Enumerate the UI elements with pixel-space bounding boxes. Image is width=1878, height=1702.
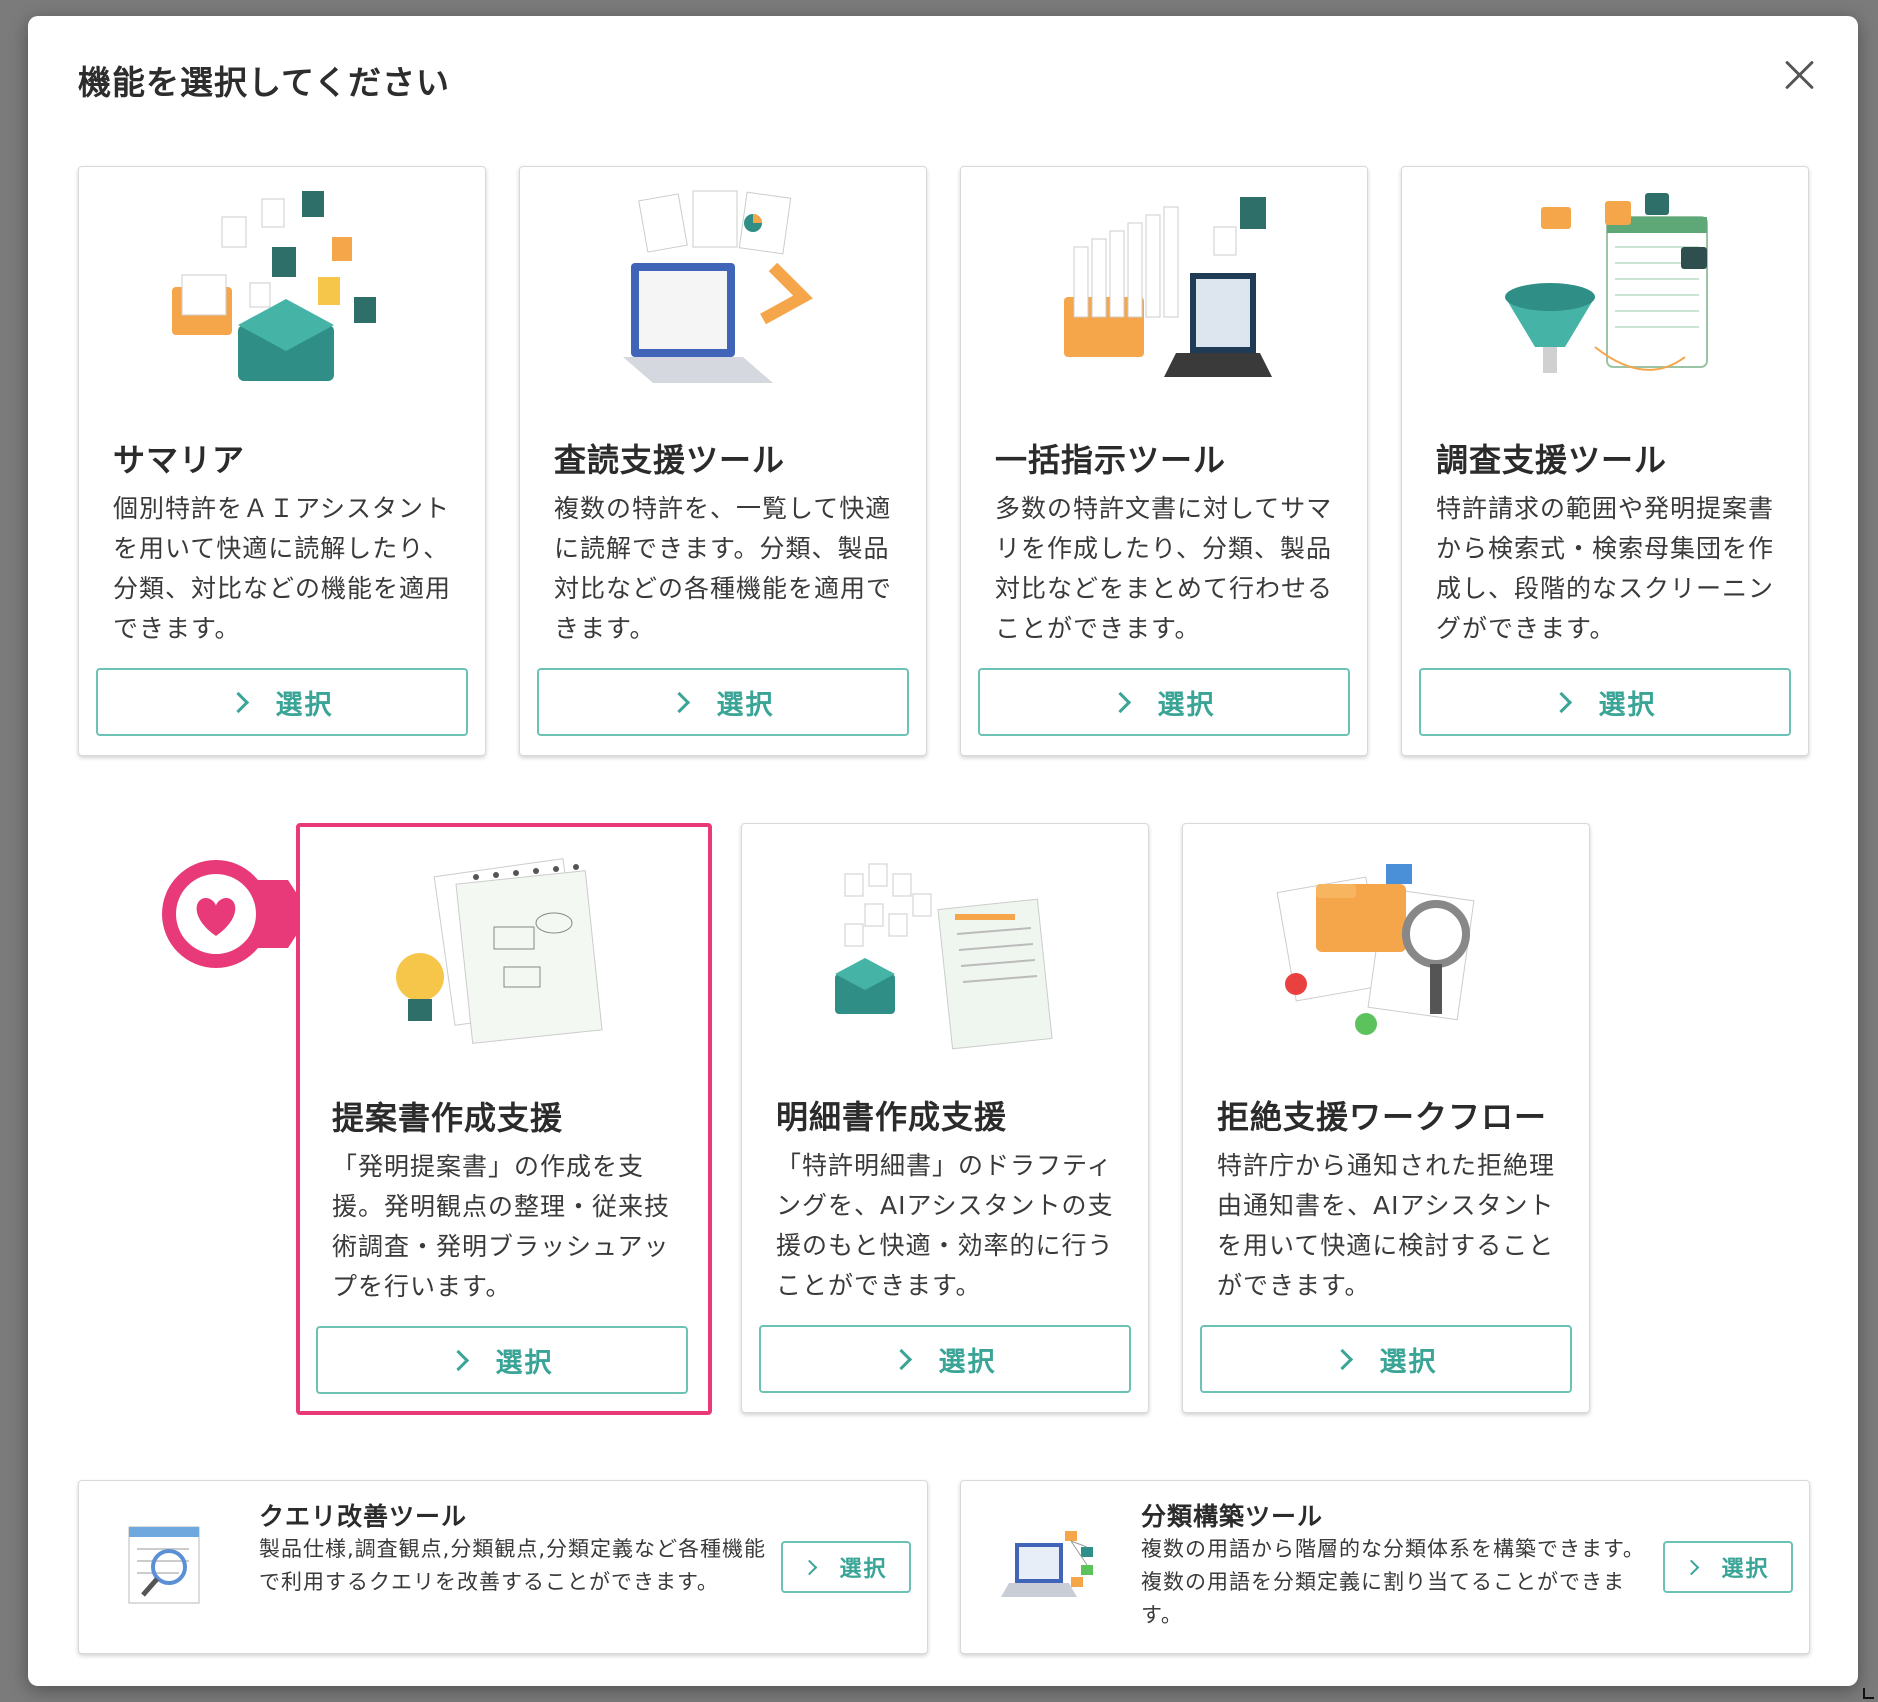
heart-icon bbox=[162, 860, 310, 968]
select-button-query-improvement[interactable]: 選択 bbox=[781, 1541, 911, 1593]
card-description: 「発明提案書」の作成を支援。発明観点の整理・従来技術調査・発明ブラッシュアップを… bbox=[332, 1152, 671, 1301]
select-button-label: 選択 bbox=[1721, 1557, 1770, 1582]
select-button-specification-support[interactable]: 選択 bbox=[759, 1325, 1131, 1393]
select-button-summaria[interactable]: 選択 bbox=[96, 668, 468, 736]
feature-select-dialog: 機能を選択してください サマリア 個別特許をＡＩアシスタントを用いて快適に読解し… bbox=[28, 16, 1858, 1686]
card-title: 査読支援ツール bbox=[554, 441, 786, 479]
card-title: 明細書作成支援 bbox=[776, 1098, 1008, 1136]
card-title: 提案書作成支援 bbox=[332, 1099, 564, 1137]
select-button-label: 選択 bbox=[938, 1346, 997, 1378]
select-button-label: 選択 bbox=[275, 689, 334, 721]
select-button-label: 選択 bbox=[1598, 689, 1657, 721]
select-button-label: 選択 bbox=[716, 689, 775, 721]
chevron-right-icon bbox=[1684, 1559, 1700, 1575]
card-description: 多数の特許文書に対してサマリを作成したり、分類、製品対比などをまとめて行わせるこ… bbox=[995, 494, 1334, 643]
card-summaria: サマリア 個別特許をＡＩアシスタントを用いて快適に読解したり、分類、対比などの機… bbox=[78, 166, 486, 756]
select-button-label: 選択 bbox=[1157, 689, 1216, 721]
card-title: 調査支援ツール bbox=[1436, 441, 1668, 479]
select-button-review-support[interactable]: 選択 bbox=[537, 668, 909, 736]
chevron-right-icon bbox=[890, 1348, 912, 1370]
select-button-rejection-workflow[interactable]: 選択 bbox=[1200, 1325, 1572, 1393]
card-title: サマリア bbox=[113, 441, 246, 479]
card-rejection-workflow: 拒絶支援ワークフロー 特許庁から通知された拒絶理由通知書を、AIアシスタントを用… bbox=[1182, 823, 1590, 1413]
card-description: 個別特許をＡＩアシスタントを用いて快適に読解したり、分類、対比などの機能を適用で… bbox=[113, 494, 452, 643]
card-description: 「特許明細書」のドラフティングを、AIアシスタントの支援のもと快適・効率的に行う… bbox=[776, 1151, 1114, 1300]
card-description: 複数の特許を、一覧して快適に読解できます。分類、製品対比などの各種機能を適用でき… bbox=[554, 494, 893, 643]
close-icon[interactable] bbox=[1778, 54, 1820, 96]
card-title: クエリ改善ツール bbox=[259, 1502, 468, 1531]
chevron-right-icon bbox=[447, 1349, 469, 1371]
funnel-search-illustration bbox=[1505, 193, 1708, 373]
select-button-classification-builder[interactable]: 選択 bbox=[1663, 1541, 1793, 1593]
card-classification-builder: 分類構築ツール 複数の用語から階層的な分類体系を構築できます。複数の用語を分類定… bbox=[960, 1480, 1810, 1654]
resize-handle-icon bbox=[1863, 1688, 1874, 1699]
chevron-right-icon bbox=[668, 691, 690, 713]
card-description: 複数の用語から階層的な分類体系を構築できます。複数の用語を分類定義に割り当てるこ… bbox=[1141, 1537, 1645, 1627]
laptop-tree-illustration bbox=[1001, 1531, 1093, 1597]
select-button-proposal-support[interactable]: 選択 bbox=[316, 1326, 688, 1394]
lightbulb-notepad-illustration bbox=[396, 858, 603, 1044]
chevron-right-icon bbox=[802, 1559, 818, 1575]
card-title: 分類構築ツール bbox=[1141, 1502, 1324, 1531]
laptop-documents-illustration bbox=[623, 190, 813, 383]
select-button-research-support[interactable]: 選択 bbox=[1419, 668, 1791, 736]
select-button-label: 選択 bbox=[839, 1557, 888, 1582]
scroll-documents-illustration bbox=[835, 863, 1053, 1050]
card-description: 特許請求の範囲や発明提案書から検索式・検索母集団を作成し、段階的なスクリーニング… bbox=[1436, 494, 1775, 643]
select-button-label: 選択 bbox=[1379, 1346, 1438, 1378]
select-button-batch-instruction[interactable]: 選択 bbox=[978, 668, 1350, 736]
card-specification-support: 明細書作成支援 「特許明細書」のドラフティングを、AIアシスタントの支援のもと快… bbox=[741, 823, 1149, 1413]
card-batch-instruction: 一括指示ツール 多数の特許文書に対してサマリを作成したり、分類、製品対比などをま… bbox=[960, 166, 1368, 756]
card-title: 一括指示ツール bbox=[995, 441, 1227, 479]
chevron-right-icon bbox=[1550, 691, 1572, 713]
card-review-support: 査読支援ツール 複数の特許を、一覧して快適に読解できます。分類、製品対比などの各… bbox=[519, 166, 927, 756]
card-description: 特許庁から通知された拒絶理由通知書を、AIアシスタントを用いて快適に検討すること… bbox=[1217, 1151, 1556, 1300]
chevron-right-icon bbox=[227, 691, 249, 713]
select-button-label: 選択 bbox=[495, 1347, 554, 1379]
query-magnifier-illustration bbox=[128, 1526, 200, 1604]
card-description: 製品仕様,調査観点,分類観点,分類定義など各種機能で利用するクエリを改善すること… bbox=[259, 1537, 767, 1594]
chevron-right-icon bbox=[1331, 1348, 1353, 1370]
dialog-title: 機能を選択してください bbox=[78, 63, 451, 102]
folder-magnifier-illustration bbox=[1276, 864, 1475, 1035]
card-query-improvement: クエリ改善ツール 製品仕様,調査観点,分類観点,分類定義など各種機能で利用するク… bbox=[78, 1480, 928, 1654]
card-research-support: 調査支援ツール 特許請求の範囲や発明提案書から検索式・検索母集団を作成し、段階的… bbox=[1401, 166, 1809, 756]
chevron-right-icon bbox=[1109, 691, 1131, 713]
card-title: 拒絶支援ワークフロー bbox=[1217, 1098, 1548, 1136]
card-proposal-support: 提案書作成支援 「発明提案書」の作成を支援。発明観点の整理・従来技術調査・発明ブ… bbox=[296, 823, 712, 1415]
summaria-illustration bbox=[172, 191, 376, 381]
folders-laptop-illustration bbox=[1064, 197, 1272, 377]
